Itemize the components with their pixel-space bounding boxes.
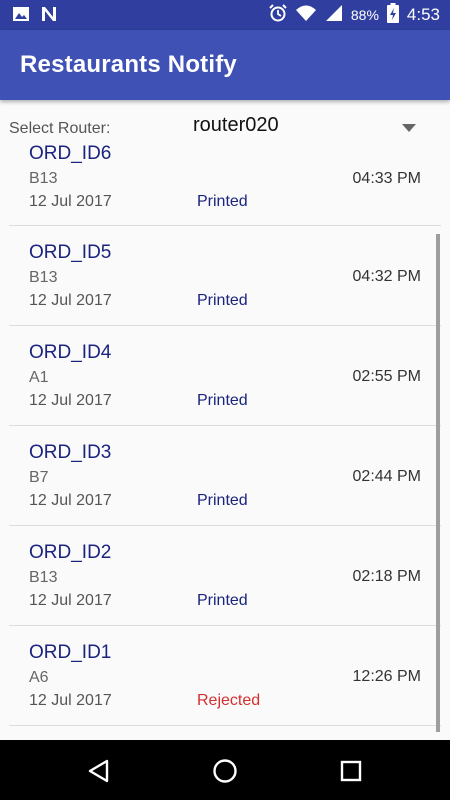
- order-item[interactable]: ORD_ID4 A1 12 Jul 2017 Printed 02:55 PM: [9, 326, 441, 426]
- order-status: Printed: [197, 592, 248, 609]
- image-icon: [12, 6, 30, 27]
- n-notification-icon: [40, 6, 58, 27]
- status-bar: 88% 4:53: [0, 0, 450, 30]
- order-id: ORD_ID2: [29, 542, 112, 563]
- orders-list[interactable]: ORD_ID6 B13 12 Jul 2017 Printed 04:33 PM…: [9, 140, 441, 735]
- router-dropdown-value[interactable]: router020: [193, 114, 279, 137]
- order-status: Printed: [197, 492, 248, 509]
- order-table: B13: [29, 170, 58, 187]
- order-item[interactable]: ORD_ID1 A6 12 Jul 2017 Rejected 12:26 PM: [9, 626, 441, 726]
- order-status: Printed: [197, 292, 248, 309]
- order-status: Rejected: [197, 692, 261, 709]
- order-id: ORD_ID5: [29, 242, 112, 263]
- order-item[interactable]: ORD_ID6 B13 12 Jul 2017 Printed 04:33 PM: [9, 140, 441, 226]
- router-selector: Select Router: router020: [0, 108, 450, 144]
- signal-icon: [325, 4, 343, 26]
- order-time: 02:44 PM: [352, 468, 421, 485]
- recents-icon[interactable]: [338, 758, 364, 784]
- order-table: A1: [29, 369, 49, 386]
- app-title: Restaurants Notify: [20, 51, 237, 78]
- clock-time: 4:53: [406, 5, 440, 24]
- order-table: B7: [29, 469, 49, 486]
- order-id: ORD_ID1: [29, 642, 112, 663]
- order-item[interactable]: ORD_ID2 B13 12 Jul 2017 Printed 02:18 PM: [9, 526, 441, 626]
- app-bar: Restaurants Notify: [0, 30, 450, 100]
- home-icon[interactable]: [212, 758, 238, 784]
- order-time: 12:26 PM: [352, 668, 421, 685]
- battery-percentage: 88%: [350, 7, 379, 23]
- order-date: 12 Jul 2017: [29, 692, 112, 709]
- order-table: B13: [29, 569, 58, 586]
- battery-charging-icon: [386, 3, 399, 27]
- scrollbar[interactable]: [436, 234, 440, 732]
- order-status: Printed: [197, 193, 248, 210]
- order-item[interactable]: ORD_ID5 B13 12 Jul 2017 Printed 04:32 PM: [9, 226, 441, 326]
- order-item[interactable]: ORD_ID3 B7 12 Jul 2017 Printed 02:44 PM: [9, 426, 441, 526]
- order-date: 12 Jul 2017: [29, 292, 112, 309]
- order-table: A6: [29, 669, 49, 686]
- order-id: ORD_ID6: [29, 143, 112, 164]
- order-time: 02:18 PM: [352, 568, 421, 585]
- back-icon[interactable]: [86, 758, 112, 784]
- order-id: ORD_ID3: [29, 442, 112, 463]
- navigation-bar: [0, 740, 450, 800]
- order-status: Printed: [197, 392, 248, 409]
- router-label: Select Router:: [9, 120, 111, 137]
- order-date: 12 Jul 2017: [29, 392, 112, 409]
- order-id: ORD_ID4: [29, 342, 112, 363]
- wifi-icon: [295, 4, 317, 26]
- order-table: B13: [29, 269, 58, 286]
- order-time: 04:32 PM: [352, 268, 421, 285]
- order-time: 04:33 PM: [352, 170, 421, 187]
- alarm-icon: [269, 4, 287, 26]
- dropdown-arrow-icon[interactable]: [402, 119, 416, 137]
- order-date: 12 Jul 2017: [29, 492, 112, 509]
- order-time: 02:55 PM: [352, 368, 421, 385]
- order-date: 12 Jul 2017: [29, 193, 112, 210]
- order-date: 12 Jul 2017: [29, 592, 112, 609]
